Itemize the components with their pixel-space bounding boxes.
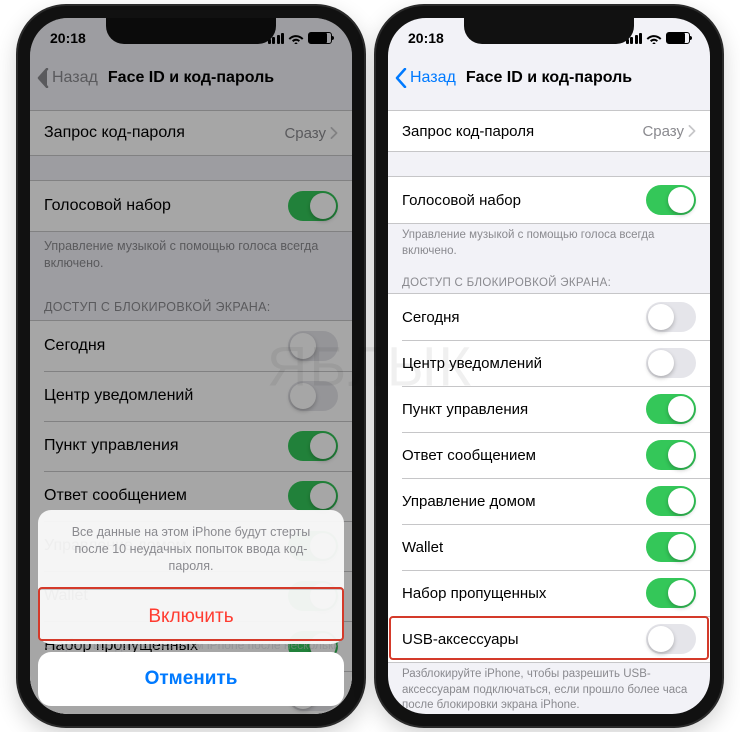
row-label: Ответ сообщением <box>402 447 536 464</box>
voice-footer: Управление музыкой с помощью голоса всег… <box>388 224 710 267</box>
row-label: Сегодня <box>402 309 460 326</box>
lockscreen-row-1: Центр уведомлений <box>388 340 710 386</box>
voice-dial-toggle[interactable] <box>646 185 696 215</box>
require-passcode-row[interactable]: Запрос код-пароля Сразу <box>388 111 710 151</box>
screen: 20:18 Назад Face ID и код-пароль Запрос … <box>388 18 710 714</box>
page-title: Face ID и код-пароль <box>466 69 632 87</box>
lockscreen-toggle-7[interactable] <box>646 624 696 654</box>
lockscreen-row-4: Управление домом <box>388 478 710 524</box>
lockscreen-row-3: Ответ сообщением <box>388 432 710 478</box>
sheet-enable-button[interactable]: Включить <box>38 589 344 644</box>
lockscreen-toggle-0[interactable] <box>646 302 696 332</box>
lockscreen-toggle-2[interactable] <box>646 394 696 424</box>
lockscreen-toggle-3[interactable] <box>646 440 696 470</box>
row-label: Управление домом <box>402 493 536 510</box>
lockscreen-toggle-5[interactable] <box>646 532 696 562</box>
lockscreen-row-2: Пункт управления <box>388 386 710 432</box>
lockscreen-row-0: Сегодня <box>388 294 710 340</box>
row-label: USB-аксессуары <box>402 631 519 648</box>
sheet-message: Все данные на этом iPhone будут стерты п… <box>38 510 344 589</box>
row-label: Центр уведомлений <box>402 355 542 372</box>
row-label: Запрос код-пароля <box>402 123 534 140</box>
lockscreen-toggle-1[interactable] <box>646 348 696 378</box>
usb-footer: Разблокируйте iPhone, чтобы разрешить US… <box>388 663 710 714</box>
screen: 20:18 Назад Face ID и код-пароль Запрос … <box>30 18 352 714</box>
chevron-right-icon <box>688 125 696 137</box>
back-button[interactable]: Назад <box>394 68 456 88</box>
device-left: 20:18 Назад Face ID и код-пароль Запрос … <box>18 6 364 726</box>
row-label: Пункт управления <box>402 401 528 418</box>
lockscreen-header: ДОСТУП С БЛОКИРОВКОЙ ЭКРАНА: <box>388 267 710 293</box>
wifi-icon <box>646 32 662 44</box>
row-label: Голосовой набор <box>402 192 521 209</box>
lockscreen-row-6: Набор пропущенных <box>388 570 710 616</box>
action-sheet: Все данные на этом iPhone будут стерты п… <box>38 510 344 706</box>
nav-bar: Назад Face ID и код-пароль <box>388 58 710 98</box>
status-time: 20:18 <box>408 30 444 46</box>
lockscreen-row-5: Wallet <box>388 524 710 570</box>
battery-icon <box>666 32 690 44</box>
row-value: Сразу <box>642 123 696 140</box>
row-label: Набор пропущенных <box>402 585 546 602</box>
back-label: Назад <box>410 69 456 87</box>
lockscreen-toggle-6[interactable] <box>646 578 696 608</box>
lockscreen-toggle-4[interactable] <box>646 486 696 516</box>
content: Запрос код-пароля Сразу Голосовой набор Упр… <box>388 98 710 714</box>
voice-dial-row: Голосовой набор <box>388 177 710 223</box>
status-indicators <box>626 32 691 44</box>
lockscreen-row-7: USB-аксессуары <box>388 616 710 662</box>
device-right: 20:18 Назад Face ID и код-пароль Запрос … <box>376 6 722 726</box>
sheet-cancel-button[interactable]: Отменить <box>38 652 344 706</box>
chevron-left-icon <box>394 68 408 88</box>
row-label: Wallet <box>402 539 443 556</box>
notch <box>464 18 634 44</box>
